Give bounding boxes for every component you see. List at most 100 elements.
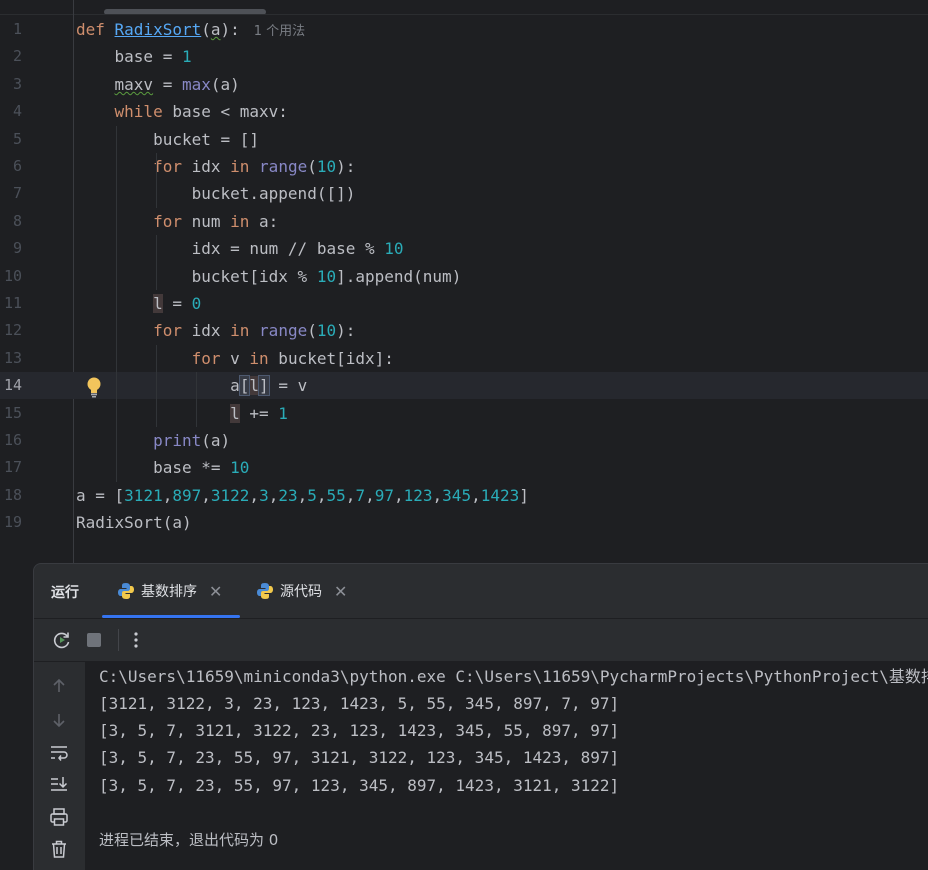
code-token: RadixSort(a) — [76, 513, 192, 533]
code-token: += — [239, 403, 279, 423]
process-exit-message: 进程已结束，退出代码为 0 — [99, 831, 279, 849]
code-line[interactable]: 11 l = 0 — [0, 290, 928, 317]
code-token: 10 — [316, 157, 337, 176]
code-text: a = [3121,897,3122,3,23,5,55,7,97,123,34… — [76, 482, 529, 509]
code-token: , — [316, 485, 327, 505]
code-token: for — [153, 211, 182, 231]
code-token: for — [191, 348, 221, 368]
code-token: 23 — [278, 485, 298, 505]
code-token: , — [201, 485, 211, 505]
code-token: 10 — [384, 239, 404, 259]
code-token: print — [153, 431, 202, 450]
code-token: in — [230, 157, 250, 176]
code-token: 10 — [230, 458, 250, 478]
code-line[interactable]: 15 l += 1 — [0, 400, 928, 427]
code-line[interactable]: 13 for v in bucket[idx]: — [0, 345, 928, 372]
python-icon — [257, 583, 273, 599]
code-token: idx — [181, 157, 231, 176]
code-text: print(a) — [76, 427, 230, 454]
code-token: while — [114, 102, 163, 122]
code-token: bucket[idx]: — [268, 348, 394, 368]
usage-hint[interactable]: 1 个用法 — [254, 24, 305, 39]
code-line[interactable]: 2 base = 1 — [0, 43, 928, 70]
line-number: 15 — [3, 403, 22, 422]
code-token: 897 — [172, 485, 202, 505]
tab-source-code[interactable]: 源代码 ✕ — [256, 564, 347, 618]
code-line[interactable]: 5 bucket = [] — [0, 126, 928, 153]
console-line: [3121, 3122, 3, 23, 123, 1423, 5, 55, 34… — [99, 694, 620, 713]
rerun-icon[interactable] — [52, 630, 72, 650]
indent-guide — [196, 372, 197, 427]
indent-guide — [116, 125, 117, 482]
code-token: 1 — [181, 47, 192, 67]
code-line[interactable]: 17 base *= 10 — [0, 454, 928, 481]
code-token: , — [162, 485, 173, 505]
line-number: 13 — [3, 348, 22, 367]
code-token: = — [162, 294, 192, 313]
arrow-up-icon[interactable] — [49, 676, 69, 696]
code-token: 3121 — [124, 485, 163, 505]
code-token: ] — [258, 375, 270, 397]
trash-icon[interactable] — [49, 839, 69, 859]
code-line[interactable]: 10 bucket[idx % 10].append(num) — [0, 263, 928, 290]
code-token: ( — [307, 321, 317, 341]
code-token: bucket = [] — [76, 129, 260, 149]
code-line[interactable]: 19 RadixSort(a) — [0, 509, 928, 536]
code-token: bucket.append([]) — [76, 184, 356, 204]
close-icon[interactable]: ✕ — [209, 582, 222, 601]
code-token: , — [393, 485, 404, 505]
print-icon[interactable] — [49, 807, 69, 827]
code-line[interactable]: 16 print(a) — [0, 427, 928, 454]
code-line[interactable]: 8 for num in a: — [0, 208, 928, 235]
code-token: range — [259, 321, 308, 341]
code-line[interactable]: 9 idx = num // base % 10 — [0, 235, 928, 262]
active-tab-indicator — [102, 615, 240, 618]
code-line[interactable]: 4 while base < maxv: — [0, 98, 928, 125]
console-line: C:\Users\11659\miniconda3\python.exe C:\… — [99, 667, 928, 686]
code-token: idx — [181, 321, 231, 341]
close-icon[interactable]: ✕ — [334, 582, 347, 601]
code-text: l = 0 — [76, 290, 201, 317]
code-text: def RadixSort(a): 1 个用法 — [76, 16, 305, 45]
console-output[interactable]: C:\Users\11659\miniconda3\python.exe C:\… — [85, 662, 928, 870]
scroll-to-end-icon[interactable] — [49, 774, 69, 794]
indent-guide — [156, 153, 157, 208]
run-tab-bar: 运行 基数排序 ✕ 源代码 ✕ — [34, 564, 928, 619]
code-text: maxv = max(a) — [76, 71, 240, 98]
run-toolbar — [34, 619, 928, 662]
code-text: bucket.append([]) — [76, 180, 356, 207]
code-token: a — [210, 20, 221, 39]
code-text: base = 1 — [76, 43, 192, 70]
more-icon[interactable] — [126, 630, 146, 650]
code-line[interactable]: 18 a = [3121,897,3122,3,23,5,55,7,97,123,… — [0, 482, 928, 509]
code-line[interactable]: 1 def RadixSort(a): 1 个用法 — [0, 16, 928, 43]
code-line[interactable]: 7 bucket.append([]) — [0, 180, 928, 207]
code-token: l — [153, 294, 163, 313]
soft-wrap-icon[interactable] — [49, 742, 69, 762]
stop-icon[interactable] — [84, 630, 104, 650]
code-token: , — [268, 485, 279, 505]
code-line[interactable]: 3 maxv = max(a) — [0, 71, 928, 98]
code-token: = — [153, 74, 182, 94]
line-number: 3 — [12, 74, 22, 93]
console-line: [3, 5, 7, 23, 55, 97, 123, 345, 897, 142… — [99, 776, 620, 795]
code-line[interactable]: 14 a[l] = v — [0, 372, 928, 400]
code-line[interactable]: 12 for idx in range(10): — [0, 317, 928, 344]
code-token: num — [181, 211, 231, 231]
code-line[interactable]: 6 for idx in range(10): — [0, 153, 928, 180]
arrow-down-icon[interactable] — [49, 710, 69, 730]
code-token: [ — [238, 375, 251, 397]
code-editor[interactable]: 1 def RadixSort(a): 1 个用法 2 base = 13 maxv … — [0, 0, 928, 565]
code-text: bucket[idx % 10].append(num) — [76, 263, 462, 290]
code-token: def — [76, 20, 115, 39]
indent-guide — [156, 344, 157, 427]
lightbulb-icon[interactable] — [85, 376, 103, 398]
tab-radix-sort[interactable]: 基数排序 ✕ — [117, 564, 222, 618]
code-token: ] — [519, 485, 529, 505]
toolbar-separator — [118, 629, 119, 651]
code-token: 55 — [326, 485, 346, 505]
code-token: RadixSort — [114, 20, 202, 39]
